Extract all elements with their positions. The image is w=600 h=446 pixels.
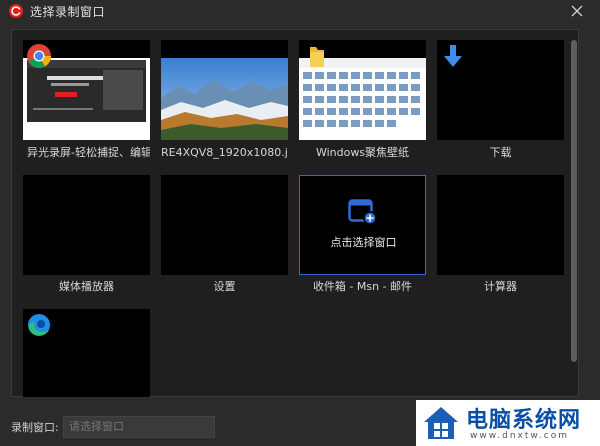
- download-arrow-icon: [444, 45, 462, 67]
- record-window-input[interactable]: [63, 416, 215, 438]
- window-label: 异光录屏-轻松捕捉、编辑: [27, 146, 150, 159]
- watermark-url: www.dnxtw.com: [470, 431, 570, 441]
- window-label: RE4XQV8_1920x1080.jpg - 照: [161, 146, 288, 159]
- window-tile-photo[interactable]: [161, 40, 288, 140]
- window-tile-settings[interactable]: [161, 175, 288, 275]
- dialog-title: 选择录制窗口: [30, 5, 106, 19]
- close-icon: [571, 5, 583, 17]
- landscape-thumbnail: [161, 58, 288, 140]
- site-watermark: 电脑系统网 www.dnxtw.com: [416, 400, 600, 446]
- vertical-scrollbar[interactable]: [571, 40, 577, 362]
- app-logo-icon: [9, 4, 23, 18]
- browser-thumbnail: [23, 58, 150, 140]
- window-tile-downloads[interactable]: [437, 40, 564, 140]
- window-label: 下载: [489, 146, 512, 159]
- close-button[interactable]: [566, 0, 588, 22]
- window-tile-media-player[interactable]: [23, 175, 150, 275]
- window-tile-calculator[interactable]: [437, 175, 564, 275]
- watermark-title: 电脑系统网: [466, 408, 582, 433]
- folder-icon: [310, 47, 324, 67]
- edge-icon: [28, 314, 50, 336]
- window-tile-edge[interactable]: [23, 309, 150, 397]
- record-window-label: 录制窗口:: [11, 421, 59, 434]
- title-bar: 选择录制窗口: [0, 0, 600, 22]
- window-label: 收件箱 - Msn - 邮件: [312, 280, 413, 293]
- window-label: Windows聚焦壁纸: [315, 146, 410, 159]
- window-label: 媒体播放器: [59, 280, 114, 293]
- house-logo-icon: [424, 407, 458, 439]
- window-label: 设置: [213, 280, 236, 293]
- window-label: 计算器: [484, 280, 517, 293]
- chrome-icon: [27, 44, 51, 69]
- window-tile-browser[interactable]: [23, 40, 150, 140]
- click-to-select-text: 点击选择窗口: [330, 236, 397, 249]
- window-tile-explorer[interactable]: [299, 40, 426, 140]
- explorer-thumbnail: [299, 58, 426, 140]
- window-tile-mail-selected[interactable]: 点击选择窗口: [299, 175, 426, 275]
- window-add-icon: [348, 199, 377, 225]
